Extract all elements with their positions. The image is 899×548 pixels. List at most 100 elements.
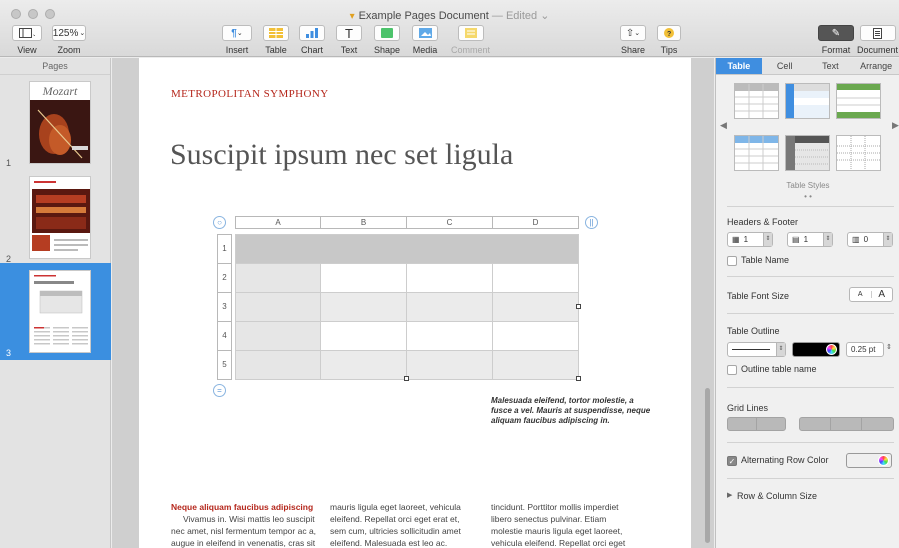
table-style-swatch-3[interactable] — [836, 83, 881, 119]
alternating-row-color-checkbox[interactable]: ✓ — [727, 456, 737, 466]
horizontal-lines-body-icon[interactable] — [727, 417, 757, 431]
table-cell[interactable] — [235, 263, 321, 293]
tab-arrange[interactable]: Arrange — [853, 58, 899, 74]
table-cell[interactable] — [492, 350, 579, 380]
body-line: mauris ligula eget laoreet, vehicula — [330, 502, 461, 512]
color-wheel-icon[interactable] — [878, 455, 889, 466]
resize-handle-bottom[interactable] — [404, 376, 409, 381]
decrease-font-size-button[interactable]: A — [850, 291, 872, 298]
tab-cell[interactable]: Cell — [762, 58, 808, 74]
column-header-b[interactable]: B — [320, 216, 407, 229]
increase-font-size-button[interactable]: A — [872, 289, 893, 300]
vertical-scrollbar[interactable] — [705, 388, 710, 543]
table-cell[interactable] — [235, 292, 321, 322]
footer-rows-stepper[interactable]: ▥ 0 ⇕ — [847, 232, 893, 247]
vertical-lines-body-icon[interactable] — [756, 417, 786, 431]
outline-table-name-checkbox[interactable] — [727, 365, 737, 375]
shape-button[interactable]: Shape — [374, 25, 400, 55]
chart-button[interactable]: Chart — [299, 25, 325, 55]
body-column-2[interactable]: mauris ligula eget laoreet, vehicula ele… — [330, 501, 482, 548]
row-header-4[interactable]: 4 — [217, 321, 232, 351]
stepper-arrows-icon[interactable]: ⇕ — [763, 233, 772, 246]
table-cell[interactable] — [406, 263, 493, 293]
page-thumbnail-3[interactable] — [29, 270, 91, 353]
body-column-1[interactable]: Neque aliquam faucibus adipiscing Vivamu… — [171, 501, 323, 548]
table-select-handle[interactable]: ○ — [213, 216, 226, 229]
table-cell[interactable] — [235, 350, 321, 380]
table-cell[interactable] — [320, 321, 407, 351]
outline-color-well[interactable] — [792, 342, 840, 357]
share-button[interactable]: ⇧ ⌄ Share — [620, 25, 646, 55]
table-style-swatch-1[interactable] — [734, 83, 779, 119]
table-cell[interactable] — [492, 292, 579, 322]
row-header-5[interactable]: 5 — [217, 350, 232, 380]
body-column-3[interactable]: tincidunt. Porttitor mollis imperdiet li… — [491, 501, 643, 548]
color-wheel-icon[interactable] — [826, 344, 837, 355]
format-button[interactable]: ✎ Format — [818, 25, 854, 55]
table-style-swatch-5[interactable] — [785, 135, 830, 171]
table-cell[interactable] — [406, 292, 493, 322]
header-row[interactable] — [235, 234, 579, 264]
outline-style-popup[interactable]: ⇕ — [727, 342, 786, 357]
text-button[interactable]: T Text — [336, 25, 362, 55]
column-header-d[interactable]: D — [492, 216, 579, 229]
table-cell[interactable] — [406, 350, 493, 380]
header-columns-icon: ▤ — [792, 235, 800, 244]
disclosure-triangle-icon[interactable]: ▶ — [727, 491, 732, 499]
resize-handle-corner[interactable] — [576, 376, 581, 381]
previous-styles-arrow-icon[interactable]: ◀ — [720, 120, 727, 131]
row-header-1[interactable]: 1 — [217, 234, 232, 264]
page-headline[interactable]: Suscipit ipsum nec set ligula — [170, 138, 513, 172]
table-cell[interactable] — [235, 321, 321, 351]
tab-table[interactable]: Table — [716, 58, 762, 74]
table-cell[interactable] — [320, 263, 407, 293]
view-button[interactable]: ⌄ View — [12, 25, 42, 55]
insert-button[interactable]: ¶ ⌄ Insert — [222, 25, 252, 55]
orchestra-name[interactable]: METROPOLITAN SYMPHONY — [171, 88, 329, 100]
window-title-text: Example Pages Document — [358, 10, 489, 22]
table-cell[interactable] — [320, 350, 407, 380]
page-indicator-dots[interactable]: • • — [716, 192, 899, 201]
table-style-swatch-2[interactable] — [785, 83, 830, 119]
row-column-size-label[interactable]: Row & Column Size — [737, 491, 817, 501]
page-thumbnail-2[interactable] — [29, 176, 91, 259]
row-header-2[interactable]: 2 — [217, 263, 232, 293]
header-column-lines-icon[interactable] — [830, 417, 862, 431]
column-header-a[interactable]: A — [235, 216, 321, 229]
tab-text[interactable]: Text — [808, 58, 854, 74]
title-chevron-icon[interactable]: ⌄ — [540, 10, 549, 22]
alternating-row-color-well[interactable] — [846, 453, 892, 468]
document-button[interactable]: Document — [857, 25, 898, 55]
stepper-arrows-icon[interactable]: ⇕ — [886, 343, 892, 351]
page-thumbnail-1[interactable]: Mozart — [29, 81, 91, 164]
table-button[interactable]: Table — [263, 25, 289, 55]
add-row-handle[interactable]: = — [213, 384, 226, 397]
add-column-handle[interactable]: || — [585, 216, 598, 229]
resize-handle-right[interactable] — [576, 304, 581, 309]
stepper-arrows-icon[interactable]: ⇕ — [823, 233, 832, 246]
grid-lines-label: Grid Lines — [727, 403, 769, 413]
table-name-checkbox[interactable] — [727, 256, 737, 266]
header-columns-stepper[interactable]: ▤ 1 ⇕ — [787, 232, 833, 247]
media-button[interactable]: Media — [412, 25, 438, 55]
tips-button[interactable]: ? Tips — [657, 25, 681, 55]
table-style-swatch-6[interactable] — [836, 135, 881, 171]
table-cell[interactable] — [406, 321, 493, 351]
row-header-3[interactable]: 3 — [217, 292, 232, 322]
zoom-button[interactable]: 125% ⌄ Zoom — [52, 25, 86, 55]
table-cell[interactable] — [492, 321, 579, 351]
outline-width-field[interactable]: 0.25 pt — [846, 342, 884, 357]
next-styles-arrow-icon[interactable]: ▶ — [892, 120, 899, 131]
stepper-arrows-icon[interactable]: ⇕ — [883, 233, 892, 246]
table-cell[interactable] — [320, 292, 407, 322]
header-row-lines-icon[interactable] — [799, 417, 831, 431]
header-rows-stepper[interactable]: ▦ 1 ⇕ — [727, 232, 773, 247]
table-cell[interactable] — [492, 263, 579, 293]
column-header-c[interactable]: C — [406, 216, 493, 229]
stepper-arrows-icon[interactable]: ⇕ — [776, 343, 785, 356]
footer-lines-icon[interactable] — [861, 417, 894, 431]
text-icon: T — [336, 25, 362, 41]
table-caption[interactable]: Malesuada eleifend, tortor molestie, a f… — [491, 396, 651, 426]
comment-button[interactable]: Comment — [451, 25, 490, 55]
table-style-swatch-4[interactable] — [734, 135, 779, 171]
